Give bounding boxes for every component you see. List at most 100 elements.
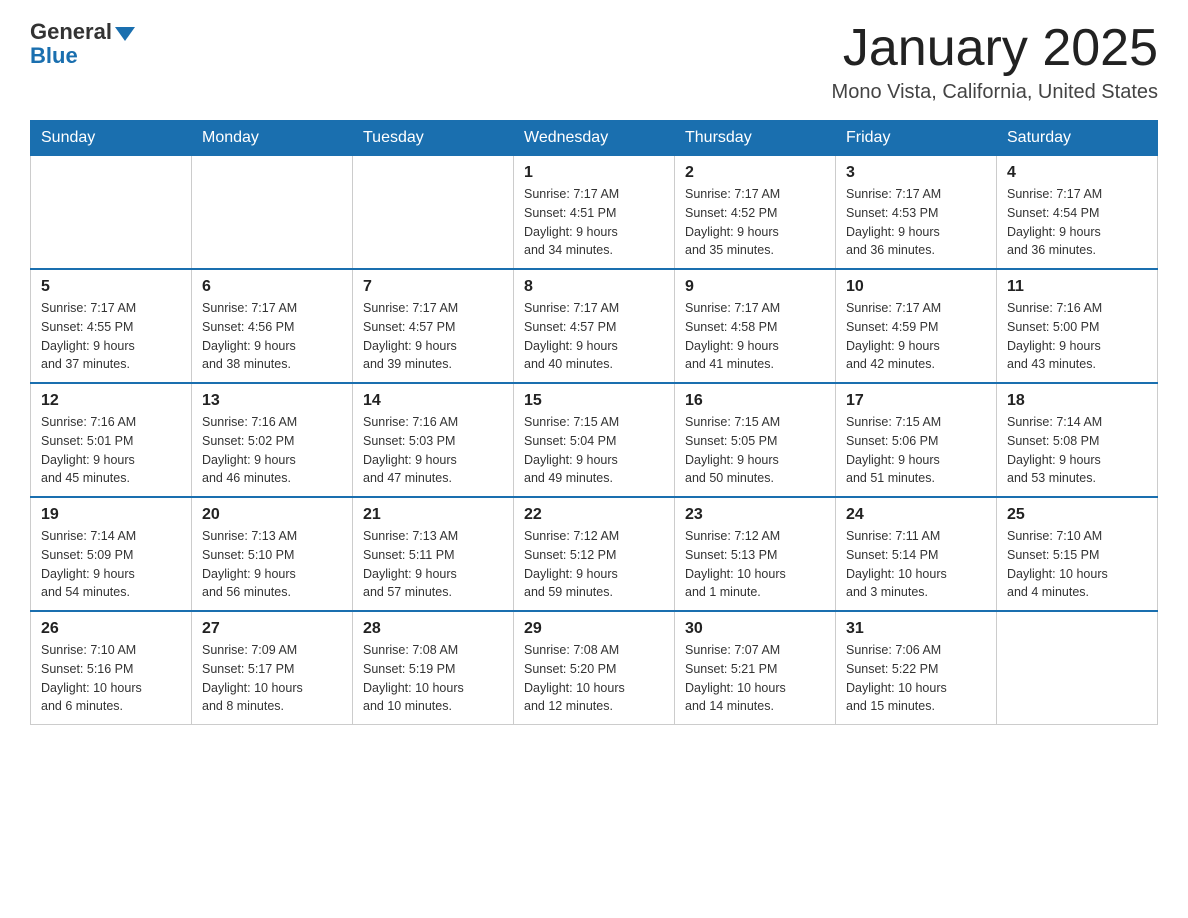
- calendar-cell: 21Sunrise: 7:13 AM Sunset: 5:11 PM Dayli…: [353, 497, 514, 611]
- calendar-cell: [997, 611, 1158, 725]
- day-number: 11: [1007, 278, 1147, 296]
- calendar-cell: 25 Sunrise: 7:10 AM Sunset: 5:15 PM Dayli…: [997, 497, 1158, 611]
- calendar-cell: 7 Sunrise: 7:17 AM Sunset: 4:57 PM Daylig…: [353, 269, 514, 383]
- weekday-header: Monday: [192, 121, 353, 156]
- calendar-cell: 11 Sunrise: 7:16 AM Sunset: 5:00 PM Dayli…: [997, 269, 1158, 383]
- day-info: Sunrise: 7:06 AM Sunset: 5:22 PM Dayligh…: [846, 641, 986, 716]
- page-header: General Blue January 2025 Mono Vista, Ca…: [30, 20, 1158, 104]
- day-info: Sunrise: 7:15 AM Sunset: 5:05 PM Dayligh…: [685, 413, 825, 488]
- calendar-cell: 6Sunrise: 7:17 AM Sunset: 4:56 PM Daylig…: [192, 269, 353, 383]
- calendar-cell: 30 Sunrise: 7:07 AM Sunset: 5:21 PM Dayli…: [675, 611, 836, 725]
- day-number: 31: [846, 620, 986, 638]
- day-number: 13: [202, 392, 342, 410]
- day-info: Sunrise: 7:17 AM Sunset: 4:55 PM Dayligh…: [41, 299, 181, 374]
- calendar-cell: 29Sunrise: 7:08 AM Sunset: 5:20 PM Dayli…: [514, 611, 675, 725]
- calendar-cell: 14 Sunrise: 7:16 AM Sunset: 5:03 PM Dayli…: [353, 383, 514, 497]
- day-info: Sunrise: 7:17 AM Sunset: 4:56 PM Dayligh…: [202, 299, 342, 374]
- calendar-cell: 27Sunrise: 7:09 AM Sunset: 5:17 PM Dayli…: [192, 611, 353, 725]
- calendar-cell: 16 Sunrise: 7:15 AM Sunset: 5:05 PM Dayli…: [675, 383, 836, 497]
- logo-text-general: General: [30, 20, 112, 44]
- calendar-cell: 19 Sunrise: 7:14 AM Sunset: 5:09 PM Dayli…: [31, 497, 192, 611]
- day-number: 30: [685, 620, 825, 638]
- day-number: 10: [846, 278, 986, 296]
- day-number: 7: [363, 278, 503, 296]
- day-info: Sunrise: 7:15 AM Sunset: 5:06 PM Dayligh…: [846, 413, 986, 488]
- calendar-cell: 9 Sunrise: 7:17 AM Sunset: 4:58 PM Daylig…: [675, 269, 836, 383]
- day-info: Sunrise: 7:16 AM Sunset: 5:02 PM Dayligh…: [202, 413, 342, 488]
- day-info: Sunrise: 7:16 AM Sunset: 5:00 PM Dayligh…: [1007, 299, 1147, 374]
- calendar-cell: 24 Sunrise: 7:11 AM Sunset: 5:14 PM Dayli…: [836, 497, 997, 611]
- day-info: Sunrise: 7:08 AM Sunset: 5:20 PM Dayligh…: [524, 641, 664, 716]
- day-number: 12: [41, 392, 181, 410]
- calendar-cell: 17Sunrise: 7:15 AM Sunset: 5:06 PM Dayli…: [836, 383, 997, 497]
- day-info: Sunrise: 7:17 AM Sunset: 4:59 PM Dayligh…: [846, 299, 986, 374]
- day-info: Sunrise: 7:17 AM Sunset: 4:58 PM Dayligh…: [685, 299, 825, 374]
- calendar-cell: 26Sunrise: 7:10 AM Sunset: 5:16 PM Dayli…: [31, 611, 192, 725]
- calendar-cell: 15Sunrise: 7:15 AM Sunset: 5:04 PM Dayli…: [514, 383, 675, 497]
- day-number: 5: [41, 278, 181, 296]
- calendar-cell: 5 Sunrise: 7:17 AM Sunset: 4:55 PM Daylig…: [31, 269, 192, 383]
- day-number: 23: [685, 506, 825, 524]
- day-info: Sunrise: 7:10 AM Sunset: 5:15 PM Dayligh…: [1007, 527, 1147, 602]
- calendar-header-row: SundayMondayTuesdayWednesdayThursdayFrid…: [31, 121, 1158, 156]
- day-number: 24: [846, 506, 986, 524]
- day-info: Sunrise: 7:17 AM Sunset: 4:54 PM Dayligh…: [1007, 185, 1147, 260]
- day-number: 18: [1007, 392, 1147, 410]
- day-info: Sunrise: 7:16 AM Sunset: 5:03 PM Dayligh…: [363, 413, 503, 488]
- day-info: Sunrise: 7:10 AM Sunset: 5:16 PM Dayligh…: [41, 641, 181, 716]
- calendar-week-row: 5 Sunrise: 7:17 AM Sunset: 4:55 PM Daylig…: [31, 269, 1158, 383]
- calendar-subtitle: Mono Vista, California, United States: [832, 81, 1158, 104]
- day-info: Sunrise: 7:17 AM Sunset: 4:57 PM Dayligh…: [524, 299, 664, 374]
- day-number: 3: [846, 164, 986, 182]
- day-info: Sunrise: 7:11 AM Sunset: 5:14 PM Dayligh…: [846, 527, 986, 602]
- calendar-cell: 31 Sunrise: 7:06 AM Sunset: 5:22 PM Dayli…: [836, 611, 997, 725]
- day-info: Sunrise: 7:14 AM Sunset: 5:09 PM Dayligh…: [41, 527, 181, 602]
- calendar-cell: 18 Sunrise: 7:14 AM Sunset: 5:08 PM Dayli…: [997, 383, 1158, 497]
- day-number: 20: [202, 506, 342, 524]
- calendar-cell: 23 Sunrise: 7:12 AM Sunset: 5:13 PM Dayli…: [675, 497, 836, 611]
- day-info: Sunrise: 7:12 AM Sunset: 5:13 PM Dayligh…: [685, 527, 825, 602]
- day-number: 16: [685, 392, 825, 410]
- calendar-cell: 22 Sunrise: 7:12 AM Sunset: 5:12 PM Dayli…: [514, 497, 675, 611]
- calendar-cell: [31, 156, 192, 270]
- calendar-week-row: 26Sunrise: 7:10 AM Sunset: 5:16 PM Dayli…: [31, 611, 1158, 725]
- day-info: Sunrise: 7:17 AM Sunset: 4:52 PM Dayligh…: [685, 185, 825, 260]
- calendar-cell: 3 Sunrise: 7:17 AM Sunset: 4:53 PM Daylig…: [836, 156, 997, 270]
- day-number: 22: [524, 506, 664, 524]
- day-info: Sunrise: 7:16 AM Sunset: 5:01 PM Dayligh…: [41, 413, 181, 488]
- day-number: 4: [1007, 164, 1147, 182]
- calendar-cell: [192, 156, 353, 270]
- calendar-title: January 2025: [832, 20, 1158, 77]
- day-number: 28: [363, 620, 503, 638]
- logo-text-blue: Blue: [30, 43, 78, 68]
- calendar-cell: 8 Sunrise: 7:17 AM Sunset: 4:57 PM Daylig…: [514, 269, 675, 383]
- day-info: Sunrise: 7:17 AM Sunset: 4:53 PM Dayligh…: [846, 185, 986, 260]
- calendar-cell: 10 Sunrise: 7:17 AM Sunset: 4:59 PM Dayli…: [836, 269, 997, 383]
- day-info: Sunrise: 7:12 AM Sunset: 5:12 PM Dayligh…: [524, 527, 664, 602]
- day-info: Sunrise: 7:17 AM Sunset: 4:51 PM Dayligh…: [524, 185, 664, 260]
- calendar-cell: 28Sunrise: 7:08 AM Sunset: 5:19 PM Dayli…: [353, 611, 514, 725]
- day-number: 8: [524, 278, 664, 296]
- weekday-header: Wednesday: [514, 121, 675, 156]
- calendar-week-row: 19 Sunrise: 7:14 AM Sunset: 5:09 PM Dayli…: [31, 497, 1158, 611]
- day-info: Sunrise: 7:14 AM Sunset: 5:08 PM Dayligh…: [1007, 413, 1147, 488]
- weekday-header: Friday: [836, 121, 997, 156]
- day-info: Sunrise: 7:13 AM Sunset: 5:10 PM Dayligh…: [202, 527, 342, 602]
- day-number: 14: [363, 392, 503, 410]
- day-number: 9: [685, 278, 825, 296]
- day-number: 19: [41, 506, 181, 524]
- calendar-table: SundayMondayTuesdayWednesdayThursdayFrid…: [30, 120, 1158, 725]
- calendar-cell: 13 Sunrise: 7:16 AM Sunset: 5:02 PM Dayli…: [192, 383, 353, 497]
- calendar-week-row: 1 Sunrise: 7:17 AM Sunset: 4:51 PM Daylig…: [31, 156, 1158, 270]
- day-number: 1: [524, 164, 664, 182]
- weekday-header: Thursday: [675, 121, 836, 156]
- day-number: 25: [1007, 506, 1147, 524]
- day-info: Sunrise: 7:15 AM Sunset: 5:04 PM Dayligh…: [524, 413, 664, 488]
- logo: General Blue: [30, 20, 135, 68]
- calendar-week-row: 12 Sunrise: 7:16 AM Sunset: 5:01 PM Dayli…: [31, 383, 1158, 497]
- day-info: Sunrise: 7:17 AM Sunset: 4:57 PM Dayligh…: [363, 299, 503, 374]
- calendar-cell: 2 Sunrise: 7:17 AM Sunset: 4:52 PM Daylig…: [675, 156, 836, 270]
- calendar-cell: 4 Sunrise: 7:17 AM Sunset: 4:54 PM Daylig…: [997, 156, 1158, 270]
- day-info: Sunrise: 7:07 AM Sunset: 5:21 PM Dayligh…: [685, 641, 825, 716]
- day-number: 2: [685, 164, 825, 182]
